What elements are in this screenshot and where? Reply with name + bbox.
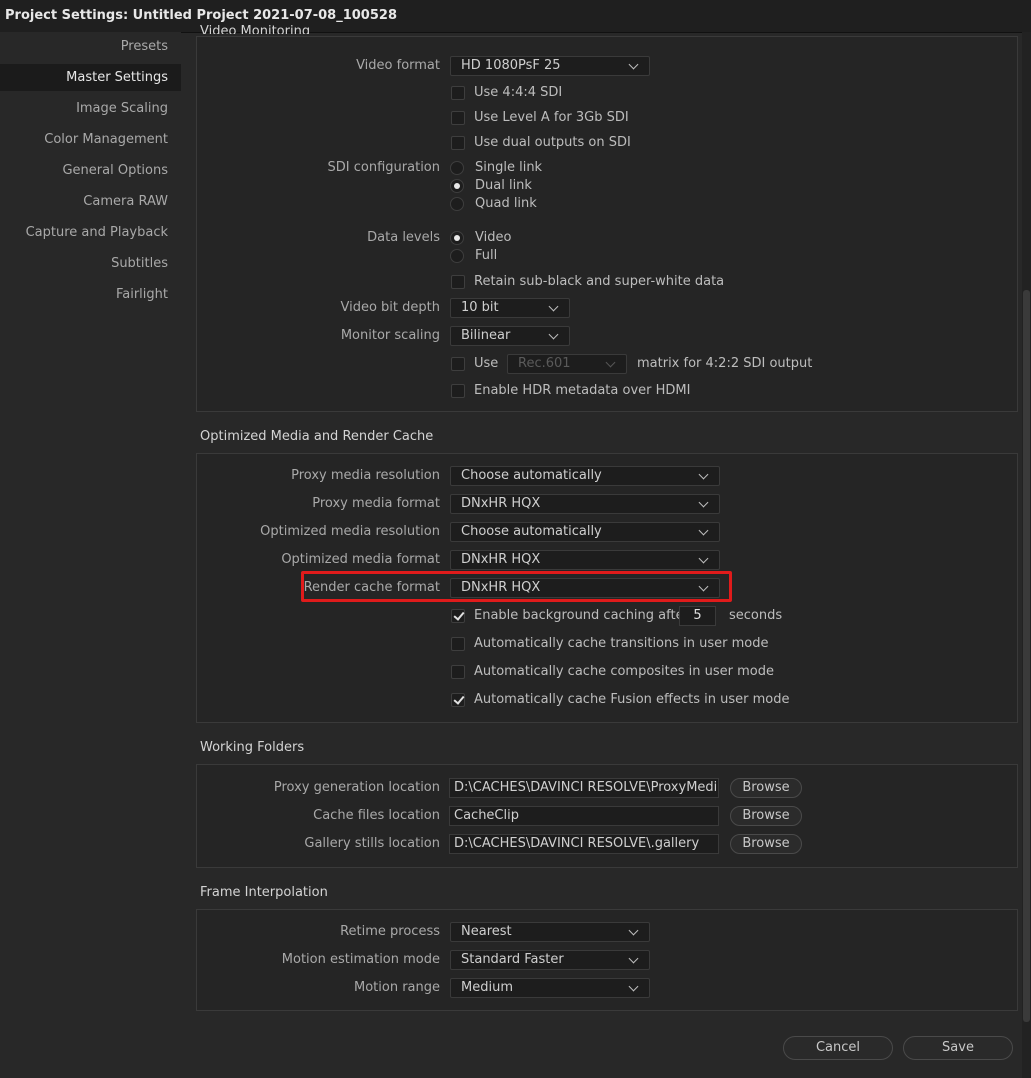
opt-res-dropdown[interactable]: Choose automatically (450, 522, 720, 542)
sdi-single-radio[interactable] (450, 161, 464, 175)
video-format-label: Video format (356, 58, 440, 73)
chevron-down-icon (698, 553, 709, 564)
chevron-down-icon (628, 981, 639, 992)
sdi-dual-label: Dual link (475, 178, 532, 193)
chevron-down-icon (628, 59, 639, 70)
sdi-single-label: Single link (475, 160, 543, 175)
retain-subblack-label: Retain sub-black and super-white data (474, 274, 725, 289)
sidebar: Presets Master Settings Image Scaling Co… (0, 32, 181, 1078)
cache-fusion-label: Automatically cache Fusion effects in us… (474, 692, 790, 707)
render-cache-highlight (301, 571, 732, 602)
title-bar: Project Settings: Untitled Project 2021-… (0, 0, 1031, 33)
cache-loc-label: Cache files location (313, 808, 440, 823)
enable-hdr-label: Enable HDR metadata over HDMI (474, 383, 691, 398)
monitor-scaling-dropdown[interactable]: Bilinear (450, 326, 570, 346)
motion-mode-dropdown[interactable]: Standard Faster (450, 950, 650, 970)
bg-caching-label: Enable background caching after (474, 608, 689, 623)
retime-dropdown[interactable]: Nearest (450, 922, 650, 942)
enable-hdr-checkbox[interactable] (451, 384, 465, 398)
chevron-down-icon (698, 525, 709, 536)
chevron-down-icon (548, 329, 559, 340)
motion-mode-label: Motion estimation mode (281, 952, 440, 967)
sidebar-item-color-management[interactable]: Color Management (0, 126, 181, 153)
save-button[interactable]: Save (903, 1036, 1013, 1060)
gallery-loc-label: Gallery stills location (304, 836, 440, 851)
proxy-loc-input[interactable]: D:\CACHES\DAVINCI RESOLVE\ProxyMedia (449, 778, 719, 798)
proxy-res-label: Proxy media resolution (291, 468, 440, 483)
sdi-config-label: SDI configuration (327, 160, 440, 175)
optimized-media-title: Optimized Media and Render Cache (200, 429, 434, 444)
use-dual-outputs-checkbox[interactable] (451, 136, 465, 150)
seconds-label: seconds (729, 608, 783, 623)
proxy-loc-label: Proxy generation location (273, 780, 440, 795)
sidebar-item-subtitles[interactable]: Subtitles (0, 250, 181, 277)
bg-caching-checkbox[interactable] (451, 609, 465, 623)
monitor-scaling-label: Monitor scaling (340, 328, 440, 343)
cache-loc-browse-button[interactable]: Browse (730, 806, 802, 826)
motion-range-label: Motion range (353, 980, 440, 995)
sdi-quad-radio[interactable] (450, 197, 464, 211)
matrix-suffix-label: matrix for 4:2:2 SDI output (637, 356, 813, 371)
data-full-radio[interactable] (450, 249, 464, 263)
cache-fusion-checkbox[interactable] (451, 693, 465, 707)
video-format-dropdown[interactable]: HD 1080PsF 25 (450, 56, 650, 76)
opt-res-label: Optimized media resolution (260, 524, 440, 539)
matrix-dropdown[interactable]: Rec.601 (507, 354, 627, 374)
chevron-down-icon (698, 469, 709, 480)
cache-composites-label: Automatically cache composites in user m… (474, 664, 775, 679)
sidebar-item-image-scaling[interactable]: Image Scaling (0, 95, 181, 122)
data-video-label: Video (475, 230, 512, 245)
sidebar-item-capture-playback[interactable]: Capture and Playback (0, 219, 181, 246)
chevron-down-icon (605, 357, 616, 368)
sidebar-item-camera-raw[interactable]: Camera RAW (0, 188, 181, 215)
frame-interpolation-title: Frame Interpolation (200, 885, 328, 900)
scrollbar-thumb[interactable] (1023, 290, 1030, 1022)
bit-depth-dropdown[interactable]: 10 bit (450, 298, 570, 318)
use-dual-outputs-label: Use dual outputs on SDI (474, 135, 631, 150)
cache-loc-input[interactable]: CacheClip (449, 806, 719, 826)
proxy-loc-browse-button[interactable]: Browse (730, 778, 802, 798)
data-full-label: Full (475, 248, 498, 263)
use-level-a-label: Use Level A for 3Gb SDI (474, 110, 629, 125)
chevron-down-icon (698, 497, 709, 508)
use-matrix-checkbox[interactable] (451, 357, 465, 371)
cache-transitions-label: Automatically cache transitions in user … (474, 636, 769, 651)
opt-fmt-label: Optimized media format (281, 552, 440, 567)
data-video-radio[interactable] (450, 231, 464, 245)
chevron-down-icon (628, 925, 639, 936)
sidebar-item-presets[interactable]: Presets (0, 33, 181, 60)
sidebar-item-master-settings[interactable]: Master Settings (0, 64, 181, 91)
bg-caching-seconds-input[interactable]: 5 (679, 606, 716, 626)
chevron-down-icon (548, 301, 559, 312)
bit-depth-label: Video bit depth (340, 300, 441, 315)
proxy-res-dropdown[interactable]: Choose automatically (450, 466, 720, 486)
use-444-sdi-checkbox[interactable] (451, 86, 465, 100)
use-matrix-label: Use (474, 356, 499, 371)
cache-transitions-checkbox[interactable] (451, 637, 465, 651)
sidebar-item-general-options[interactable]: General Options (0, 157, 181, 184)
working-folders-title: Working Folders (200, 740, 305, 755)
sdi-quad-label: Quad link (475, 196, 537, 211)
use-444-sdi-label: Use 4:4:4 SDI (474, 85, 563, 100)
sidebar-item-fairlight[interactable]: Fairlight (0, 281, 181, 308)
chevron-down-icon (628, 953, 639, 964)
cache-composites-checkbox[interactable] (451, 665, 465, 679)
cancel-button[interactable]: Cancel (783, 1036, 893, 1060)
gallery-loc-browse-button[interactable]: Browse (730, 834, 802, 854)
proxy-fmt-dropdown[interactable]: DNxHR HQX (450, 494, 720, 514)
motion-range-dropdown[interactable]: Medium (450, 978, 650, 998)
gallery-loc-input[interactable]: D:\CACHES\DAVINCI RESOLVE\.gallery (449, 834, 719, 854)
video-monitoring-header-clipped: Video Monitoring (200, 24, 311, 34)
retime-label: Retime process (340, 924, 440, 939)
use-level-a-checkbox[interactable] (451, 111, 465, 125)
sdi-dual-radio[interactable] (450, 179, 464, 193)
retain-subblack-checkbox[interactable] (451, 275, 465, 289)
data-levels-label: Data levels (367, 230, 440, 245)
opt-fmt-dropdown[interactable]: DNxHR HQX (450, 550, 720, 570)
proxy-fmt-label: Proxy media format (312, 496, 440, 511)
